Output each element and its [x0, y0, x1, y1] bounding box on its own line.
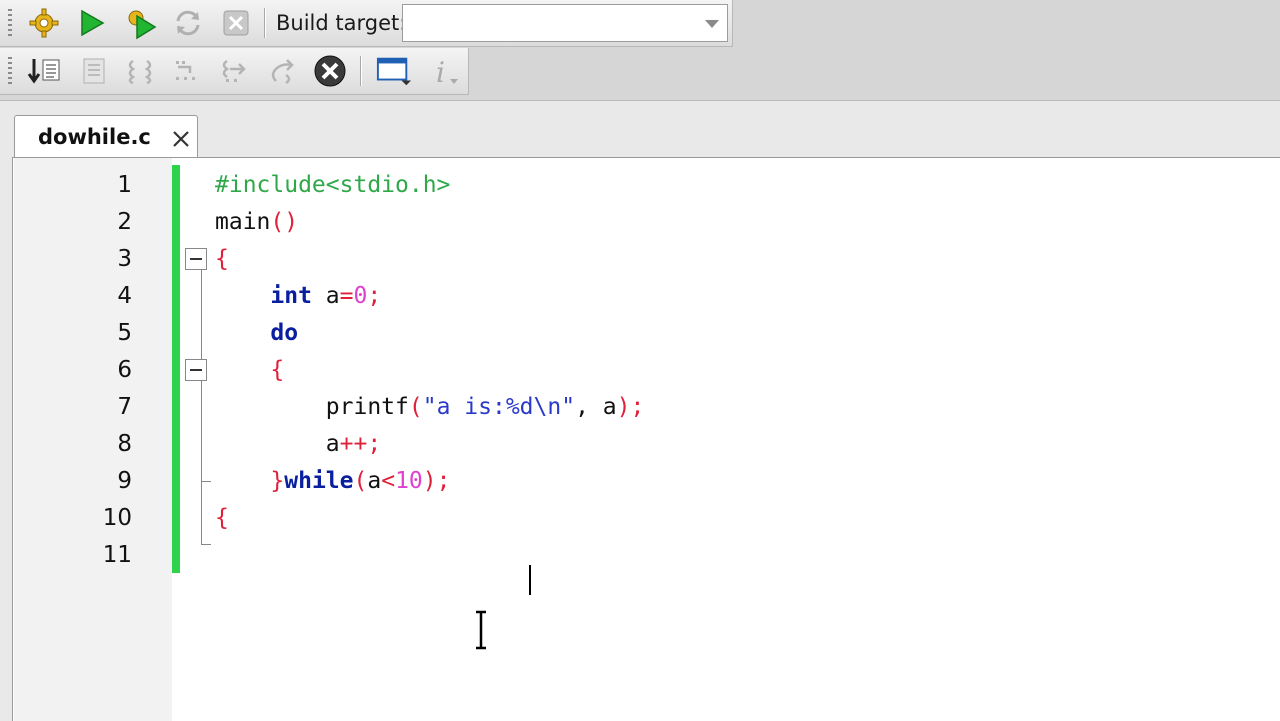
build-toolbar: Build target: [0, 0, 733, 47]
code-token: { [270, 357, 285, 383]
change-bar [172, 165, 180, 573]
line-number: 1 [117, 172, 132, 198]
code-line[interactable]: #include<stdio.h> [215, 167, 450, 204]
next-line-icon[interactable] [122, 53, 158, 89]
toolbar-separator [264, 8, 266, 38]
svg-text:i: i [436, 56, 445, 87]
fold-end-marker [201, 544, 211, 545]
abort-icon[interactable] [218, 5, 254, 41]
debug-icon[interactable] [26, 53, 62, 89]
code-token: () [270, 209, 299, 235]
build-icon[interactable] [26, 5, 62, 41]
fold-end-marker [201, 481, 211, 482]
code-token: while [284, 468, 354, 494]
line-number: 9 [117, 468, 132, 494]
next-instruction-icon[interactable] [264, 53, 300, 89]
build-run-icon[interactable] [122, 5, 158, 41]
code-token: 0 [353, 283, 368, 309]
code-line[interactable]: { [215, 241, 229, 278]
chevron-down-icon[interactable] [705, 20, 719, 28]
code-editor[interactable]: 1 2 3 4 5 6 7 8 9 10 11 #include<stdio.h> main() { i… [12, 157, 1280, 721]
code-line[interactable]: { [215, 352, 284, 389]
code-token: = [339, 283, 354, 309]
code-line[interactable]: { [215, 500, 229, 537]
code-line[interactable]: printf("a is:%d\n", a); [215, 389, 645, 426]
code-token: ); [616, 394, 645, 420]
tab-label: dowhile.c [38, 125, 151, 149]
code-line[interactable]: a++; [215, 426, 381, 463]
code-token: do [270, 320, 299, 346]
code-line[interactable]: do [215, 315, 298, 352]
line-number: 2 [117, 209, 132, 235]
line-number: 11 [102, 542, 132, 568]
code-token: 10 [395, 468, 423, 494]
toolbar-grip[interactable] [8, 9, 12, 39]
line-number: 4 [117, 283, 132, 309]
stop-debugger-icon[interactable] [312, 53, 348, 89]
line-number: 8 [117, 431, 132, 457]
code-token: main [215, 209, 271, 235]
line-number: 3 [117, 246, 132, 272]
code-token: } [270, 468, 285, 494]
code-token: printf [215, 394, 409, 420]
run-icon[interactable] [73, 5, 109, 41]
code-token: a [311, 283, 340, 309]
code-token: ( [408, 394, 423, 420]
code-token: ; [367, 283, 382, 309]
code-token: a [367, 468, 382, 494]
close-icon[interactable] [170, 128, 192, 150]
info-icon[interactable]: i [426, 53, 462, 89]
code-token: ++; [339, 431, 382, 457]
code-token: ( [353, 468, 368, 494]
code-token: { [215, 505, 229, 531]
build-target-select[interactable] [402, 4, 728, 42]
debug-toolbar: i [0, 48, 469, 95]
code-token: { [215, 246, 229, 272]
code-token: #include<stdio.h> [215, 172, 451, 198]
rebuild-icon[interactable] [170, 5, 206, 41]
step-out-icon[interactable] [216, 53, 252, 89]
line-number: 10 [102, 505, 132, 531]
fold-toggle-do[interactable] [185, 359, 207, 381]
code-token: a [215, 431, 340, 457]
code-line[interactable]: main() [215, 204, 298, 241]
fold-toggle-main[interactable] [185, 248, 207, 270]
build-target-label: Build target: [276, 11, 407, 35]
code-line[interactable]: }while(a<10); [215, 463, 450, 500]
line-number: 5 [117, 320, 132, 346]
editor-notebook: dowhile.c 1 2 3 4 5 6 7 8 9 10 11 #include<stdio.h… [0, 100, 1280, 721]
code-token: ); [422, 468, 451, 494]
code-token: "a is:%d\n" [422, 394, 576, 420]
code-line[interactable]: int a=0; [215, 278, 381, 315]
code-token: < [381, 468, 396, 494]
fold-line [201, 270, 202, 544]
text-cursor [529, 565, 531, 595]
debug-windows-icon[interactable] [376, 53, 412, 89]
code-token: , a [575, 394, 617, 420]
line-number: 6 [117, 357, 132, 383]
step-into-icon[interactable] [168, 53, 204, 89]
toolbar-separator [360, 56, 362, 86]
code-token: int [270, 283, 312, 309]
line-number-gutter: 1 2 3 4 5 6 7 8 9 10 11 [14, 158, 172, 721]
tab-dowhile-c[interactable]: dowhile.c [14, 115, 198, 157]
toolbar-grip[interactable] [8, 57, 12, 87]
line-number: 7 [117, 394, 132, 420]
ibeam-cursor-icon [476, 610, 486, 650]
run-to-cursor-icon[interactable] [76, 53, 112, 89]
